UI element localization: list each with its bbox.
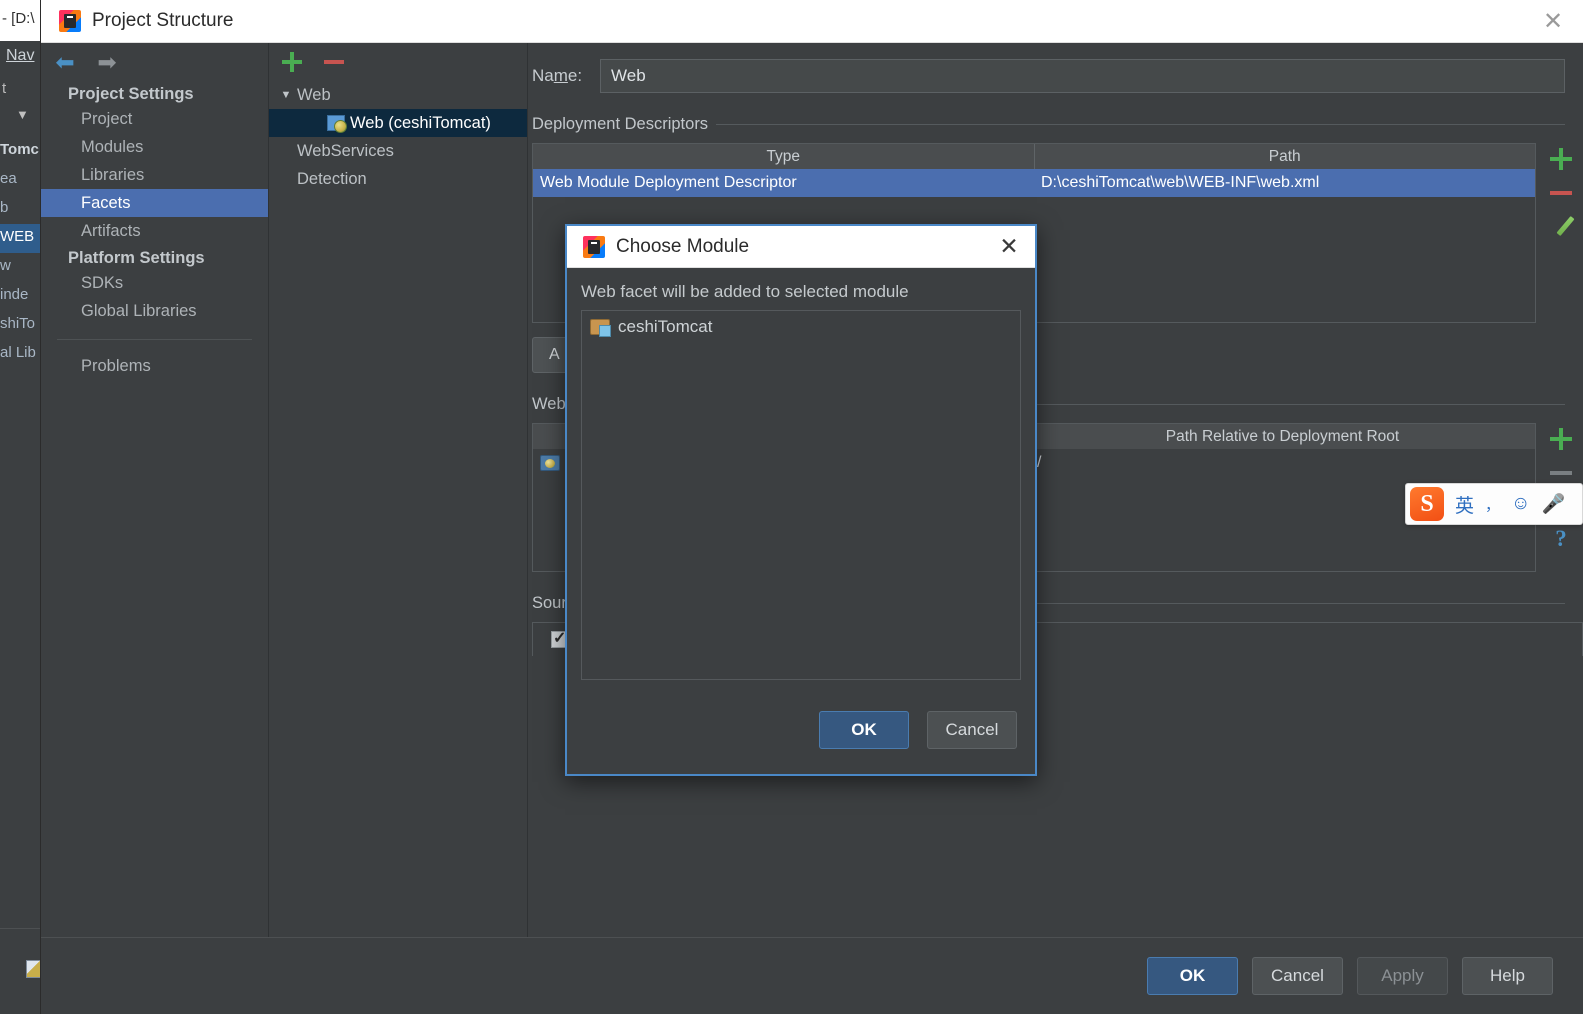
sidebar-item-libraries[interactable]: Libraries	[41, 161, 268, 189]
apply-button[interactable]: Apply	[1357, 957, 1448, 995]
settings-sidebar: ⬅ ➡ Project Settings Project Modules Lib…	[41, 43, 269, 937]
close-icon[interactable]: ✕	[983, 226, 1035, 268]
help-icon[interactable]: ?	[1549, 527, 1573, 551]
background-breadcrumb: t	[2, 80, 7, 97]
plus-icon[interactable]	[1549, 147, 1573, 171]
tree-node-detection[interactable]: Detection	[269, 165, 527, 193]
web-facet-icon	[327, 115, 347, 133]
facets-tree-panel: ▼ Web Web (ceshiTomcat) WebServices Dete…	[269, 43, 528, 937]
help-button[interactable]: Help	[1462, 957, 1553, 995]
choose-module-footer: OK Cancel	[567, 686, 1035, 774]
plus-icon[interactable]	[281, 51, 303, 73]
cell-type: Web Module Deployment Descriptor	[540, 174, 797, 191]
sogou-ime-bar: S 英 ， ☺ 🎤	[1405, 483, 1583, 525]
table-row[interactable]: Web Module Deployment Descriptor D:\cesh…	[533, 169, 1535, 197]
tree-node-web-facet[interactable]: Web (ceshiTomcat)	[269, 109, 527, 137]
module-folder-icon	[590, 319, 611, 337]
module-name: ceshiTomcat	[618, 317, 713, 336]
background-tree-row: w	[0, 257, 11, 274]
pencil-icon[interactable]	[1556, 215, 1575, 237]
cancel-button[interactable]: Cancel	[1252, 957, 1343, 995]
dialog-footer: OK Cancel Apply Help	[41, 937, 1583, 1014]
background-tree-row-selected: WEB	[0, 224, 44, 253]
web-folder-icon	[540, 455, 560, 471]
section-title: Web	[532, 395, 566, 413]
background-tree-row: shiTo	[0, 315, 36, 332]
tree-node-web-group[interactable]: ▼ Web	[269, 81, 527, 109]
background-collapse-icon: ▼	[16, 107, 29, 122]
close-icon[interactable]: ✕	[1523, 0, 1583, 43]
minus-icon[interactable]	[1549, 461, 1573, 485]
sidebar-item-modules[interactable]: Modules	[41, 133, 268, 161]
background-ide-window: - [D:\ Nav t ▼ Tomc ea b WEB w inde shiT…	[0, 0, 44, 1014]
tree-node-webservices[interactable]: WebServices	[269, 137, 527, 165]
background-menu-label: Nav	[6, 47, 35, 64]
tree-node-label: Web (ceshiTomcat)	[350, 113, 491, 132]
back-arrow-icon[interactable]: ⬅	[51, 50, 79, 74]
section-divider	[716, 124, 1565, 125]
background-tree-row: b	[0, 199, 9, 216]
plus-icon[interactable]	[1549, 427, 1573, 451]
background-project-row: Tomc	[0, 141, 39, 158]
sidebar-group-project-settings: Project Settings	[68, 85, 194, 103]
choose-module-dialog: Choose Module ✕ Web facet will be added …	[565, 224, 1037, 776]
tree-node-label: Detection	[297, 169, 367, 188]
deployment-descriptors-section-header: Deployment Descriptors	[532, 115, 1583, 134]
forward-arrow-icon[interactable]: ➡	[93, 50, 121, 74]
background-taskbar	[0, 928, 44, 1014]
choose-module-cancel-button[interactable]: Cancel	[927, 711, 1017, 749]
background-titlebar: - [D:\	[0, 0, 44, 41]
sidebar-group-platform-settings: Platform Settings	[68, 249, 205, 267]
column-header-path: Path	[1268, 148, 1301, 165]
ok-button[interactable]: OK	[1147, 957, 1238, 995]
list-item[interactable]: ceshiTomcat	[582, 313, 1020, 341]
background-tree-row: ea	[0, 170, 17, 187]
sidebar-item-artifacts[interactable]: Artifacts	[41, 217, 268, 245]
intellij-idea-icon	[59, 10, 81, 32]
sidebar-item-project[interactable]: Project	[41, 105, 268, 133]
background-tree-row: inde	[0, 286, 29, 303]
section-title: Deployment Descriptors	[532, 115, 709, 133]
facet-name-row: Name: Web	[528, 43, 1583, 93]
minus-icon[interactable]	[323, 51, 345, 73]
column-header-type: Type	[533, 144, 1035, 169]
smiley-icon[interactable]: ☺	[1511, 493, 1530, 515]
sidebar-item-global-libraries[interactable]: Global Libraries	[41, 297, 268, 325]
facet-name-label: Name:	[532, 66, 583, 85]
cell-path: D:\ceshiTomcat\web\WEB-INF\web.xml	[1041, 174, 1320, 191]
sidebar-item-facets[interactable]: Facets	[41, 189, 268, 217]
choose-module-hint: Web facet will be added to selected modu…	[581, 282, 909, 301]
sidebar-history-toolbar: ⬅ ➡	[41, 43, 268, 81]
choose-module-title: Choose Module	[616, 235, 750, 257]
facet-name-input[interactable]: Web	[600, 59, 1565, 93]
window-titlebar: Project Structure ✕	[41, 0, 1583, 43]
facets-tree-toolbar	[269, 43, 527, 81]
sidebar-item-sdks[interactable]: SDKs	[41, 269, 268, 297]
comma-icon[interactable]: ，	[1485, 494, 1500, 515]
table-header: Type Path	[533, 144, 1535, 169]
sidebar-item-problems[interactable]: Problems	[41, 352, 268, 380]
tree-node-label: Web	[297, 85, 331, 104]
background-tree-row: al Lib	[0, 344, 36, 361]
choose-module-ok-button[interactable]: OK	[819, 711, 909, 749]
choose-module-titlebar: Choose Module ✕	[567, 226, 1035, 268]
module-list[interactable]: ceshiTomcat	[581, 310, 1021, 680]
ime-mode-label[interactable]: 英	[1455, 491, 1474, 518]
window-title: Project Structure	[92, 10, 234, 31]
minus-icon[interactable]	[1549, 181, 1573, 205]
chevron-down-icon[interactable]: ▼	[275, 89, 297, 101]
column-header-relative-path: Path Relative to Deployment Root	[1165, 428, 1400, 445]
tree-node-label: WebServices	[297, 141, 394, 160]
background-menu[interactable]: Nav	[0, 41, 44, 73]
deployment-descriptors-toolbar	[1539, 143, 1583, 323]
cell-relative-path: /	[1037, 454, 1042, 471]
microphone-icon[interactable]: 🎤	[1541, 492, 1565, 516]
intellij-idea-icon	[583, 235, 605, 258]
sogou-logo-icon[interactable]: S	[1410, 487, 1444, 521]
sidebar-divider	[57, 339, 252, 340]
